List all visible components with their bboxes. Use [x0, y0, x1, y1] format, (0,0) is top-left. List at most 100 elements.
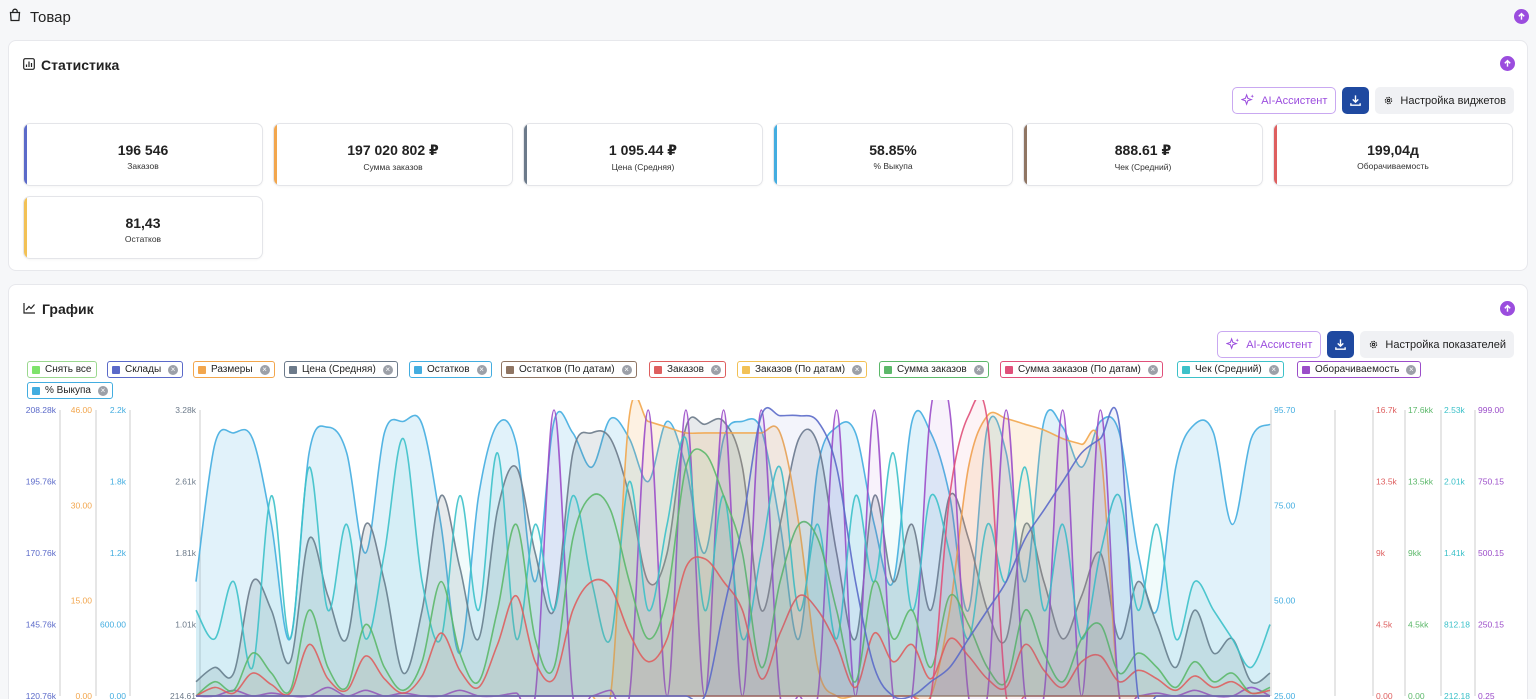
ai-assistant-button[interactable]: AI-Ассистент — [1232, 87, 1337, 114]
series-chip[interactable]: Снять все — [27, 361, 97, 378]
axis-tick-label: 9k — [1376, 548, 1386, 558]
metric-label: Сумма заказов — [363, 162, 423, 172]
axis-tick-label: 1.2k — [110, 548, 127, 558]
metric-label: Оборачиваемость — [1357, 161, 1429, 171]
series-color-swatch — [654, 365, 662, 374]
stats-toolbar: AI-Ассистент Настройка виджетов — [1232, 87, 1514, 114]
series-chip[interactable]: Оборачиваемость × — [1297, 361, 1422, 378]
remove-icon[interactable]: × — [382, 364, 393, 375]
metric-accent — [774, 124, 777, 185]
download-icon — [1335, 339, 1347, 350]
axis-tick-label: 0.00 — [1376, 691, 1393, 699]
series-chip[interactable]: Склады × — [107, 361, 184, 378]
series-chip-label: Цена (Средняя) — [302, 364, 376, 375]
metric-card: 1 095.44 ₽ Цена (Средняя) — [523, 123, 763, 186]
series-chip[interactable]: Сумма заказов (По датам) × — [1000, 361, 1163, 378]
remove-icon[interactable]: × — [1147, 364, 1158, 375]
metric-accent — [24, 197, 27, 258]
series-chip[interactable]: Остатков × — [409, 361, 492, 378]
collapse-icon[interactable] — [1500, 301, 1515, 316]
ai-assistant-button[interactable]: AI-Ассистент — [1217, 331, 1322, 358]
series-color-swatch — [112, 365, 120, 374]
series-color-swatch — [742, 365, 750, 374]
series-chip-label: Размеры — [211, 364, 253, 375]
axis-tick-label: 500.15 — [1478, 548, 1504, 558]
series-chip-label: Остатков — [427, 364, 470, 375]
series-color-swatch — [289, 365, 297, 374]
axis-tick-label: 9kk — [1408, 548, 1422, 558]
axis-tick-label: 208.28k — [26, 405, 57, 415]
axis-tick-label: 15.00 — [71, 596, 93, 606]
remove-icon[interactable]: × — [621, 364, 632, 375]
widget-settings-button[interactable]: Настройка виджетов — [1375, 87, 1514, 114]
download-button[interactable] — [1342, 87, 1370, 114]
remove-icon[interactable]: × — [476, 364, 487, 375]
axis-tick-label: 1.8k — [110, 477, 127, 487]
axis-tick-label: 3.28k — [175, 405, 197, 415]
series-chip[interactable]: % Выкупа × — [27, 382, 113, 399]
graph-toolbar: AI-Ассистент Настройка показателей — [1217, 331, 1514, 358]
series-chip[interactable]: Чек (Средний) × — [1177, 361, 1284, 378]
stats-card: Статистика AI-Ассистент Настройка виджет… — [8, 40, 1528, 271]
remove-icon[interactable]: × — [1406, 364, 1417, 375]
series-chip[interactable]: Остатков (По датам) × — [501, 361, 637, 378]
remove-icon[interactable]: × — [168, 364, 179, 375]
metric-accent — [1024, 124, 1027, 185]
series-chip[interactable]: Цена (Средняя) × — [284, 361, 398, 378]
metric-label: Остатков — [124, 234, 162, 244]
axis-tick-label: 16.7k — [1376, 405, 1398, 415]
series-chip-label: Чек (Средний) — [1195, 364, 1262, 375]
metric-label: Чек (Средний) — [1114, 162, 1172, 172]
indicator-settings-button[interactable]: Настройка показателей — [1360, 331, 1514, 358]
metric-value: 81,43 — [125, 215, 161, 231]
series-chip[interactable]: Размеры × — [193, 361, 275, 378]
metric-card: 58.85% % Выкупа — [773, 123, 1013, 186]
axis-tick-label: 2.53k — [1444, 405, 1466, 415]
page-title: Товар — [30, 8, 71, 26]
axis-tick-label: 212.18 — [1444, 691, 1470, 699]
metric-value: 197 020 802 ₽ — [347, 142, 439, 158]
series-color-swatch — [32, 386, 40, 395]
remove-icon[interactable]: × — [711, 364, 721, 375]
axis-tick-label: 50.00 — [1274, 596, 1296, 606]
download-icon — [1350, 95, 1362, 106]
series-chip[interactable]: Заказов (По датам) × — [737, 361, 868, 378]
stats-icon — [23, 57, 35, 73]
series-color-swatch — [1302, 365, 1310, 374]
collapse-icon[interactable] — [1500, 56, 1515, 71]
metric-label: % Выкупа — [873, 161, 913, 171]
metric-value: 1 095.44 ₽ — [608, 142, 678, 158]
download-button[interactable] — [1327, 331, 1355, 358]
remove-icon[interactable]: × — [973, 364, 984, 375]
remove-icon[interactable]: × — [1268, 364, 1279, 375]
axis-tick-label: 250.15 — [1478, 620, 1504, 630]
metric-label: Заказов — [127, 161, 159, 171]
axis-tick-label: 0.00 — [1408, 691, 1425, 699]
line-chart-icon — [23, 301, 36, 317]
collapse-icon[interactable] — [1514, 9, 1529, 24]
axis-tick-label: 195.76k — [26, 477, 57, 487]
remove-icon[interactable]: × — [852, 364, 863, 375]
series-color-swatch — [506, 365, 514, 374]
series-chip-label: Снять все — [45, 364, 92, 375]
series-chip[interactable]: Сумма заказов × — [879, 361, 989, 378]
axis-tick-label: 4.5kk — [1408, 620, 1429, 630]
series-color-swatch — [32, 365, 40, 374]
axis-tick-label: 0.00 — [75, 691, 92, 699]
metric-value: 888.61 ₽ — [1114, 142, 1172, 158]
sparkle-icon — [1226, 337, 1240, 350]
series-chip-label: % Выкупа — [45, 385, 91, 396]
series-chip[interactable]: Заказов × — [649, 361, 726, 378]
axis-tick-label: 13.5kk — [1408, 477, 1434, 487]
stats-title: Статистика — [41, 57, 120, 73]
axis-tick-label: 2.2k — [110, 405, 127, 415]
bag-icon — [8, 8, 22, 27]
axis-tick-label: 2.01k — [1444, 477, 1466, 487]
axis-tick-label: 25.00 — [1274, 691, 1296, 699]
remove-icon[interactable]: × — [98, 385, 108, 396]
remove-icon[interactable]: × — [259, 364, 270, 375]
axis-tick-label: 13.5k — [1376, 477, 1398, 487]
series-chip-label: Сумма заказов — [897, 364, 967, 375]
series-chip-label: Склады — [125, 364, 162, 375]
axis-tick-label: 46.00 — [71, 405, 93, 415]
